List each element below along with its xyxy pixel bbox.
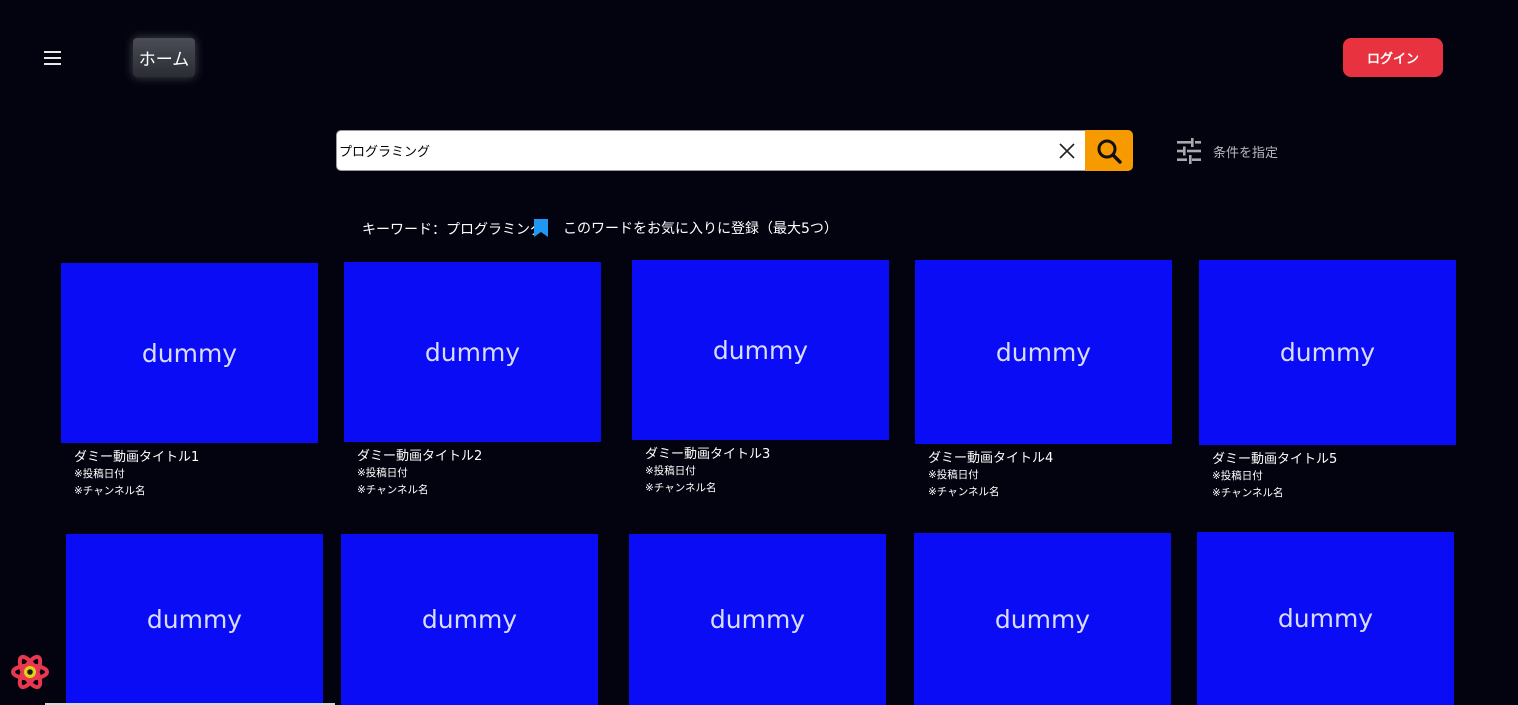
video-title[interactable]: ダミー動画タイトル3 bbox=[645, 447, 889, 463]
video-thumbnail[interactable]: dummy bbox=[632, 260, 889, 440]
video-thumbnail[interactable]: dummy bbox=[1199, 260, 1456, 445]
video-card[interactable]: dummy ダミー動画タイトル3 ※投稿日付 ※チャンネル名 bbox=[632, 260, 889, 497]
video-thumbnail[interactable]: dummy bbox=[344, 262, 601, 442]
video-card[interactable]: dummy ダミー動画タイトル4 ※投稿日付 ※チャンネル名 bbox=[915, 260, 1172, 501]
video-card[interactable]: dummy bbox=[914, 533, 1171, 705]
home-button[interactable]: ホーム bbox=[133, 38, 195, 77]
react-devtools-icon[interactable] bbox=[10, 652, 50, 692]
video-card[interactable]: dummy ダミー動画タイトル2 ※投稿日付 ※チャンネル名 bbox=[344, 262, 601, 499]
video-channel: ※チャンネル名 bbox=[74, 485, 146, 497]
video-info: ダミー動画タイトル3 ※投稿日付 ※チャンネル名 bbox=[632, 447, 889, 497]
video-thumbnail[interactable]: dummy bbox=[66, 534, 323, 705]
video-card[interactable]: dummy ダミー動画タイトル5 ※投稿日付 ※チャンネル名 bbox=[1199, 260, 1456, 502]
video-info: ダミー動画タイトル2 ※投稿日付 ※チャンネル名 bbox=[344, 449, 601, 499]
video-card[interactable]: dummy bbox=[66, 534, 323, 705]
video-info: ダミー動画タイトル4 ※投稿日付 ※チャンネル名 bbox=[915, 451, 1172, 501]
video-title[interactable]: ダミー動画タイトル1 bbox=[74, 450, 318, 466]
tune-icon bbox=[1177, 138, 1201, 164]
video-thumbnail[interactable]: dummy bbox=[915, 260, 1172, 444]
bookmark-icon bbox=[534, 219, 548, 237]
video-channel: ※チャンネル名 bbox=[357, 484, 429, 496]
video-card[interactable]: dummy bbox=[629, 534, 886, 705]
search-icon bbox=[1097, 139, 1122, 164]
video-channel: ※チャンネル名 bbox=[928, 486, 1000, 498]
search-button[interactable] bbox=[1085, 130, 1133, 171]
video-date: ※投稿日付 bbox=[928, 469, 979, 481]
video-date: ※投稿日付 bbox=[1212, 470, 1263, 482]
filter-button[interactable]: 条件を指定 bbox=[1175, 137, 1278, 165]
search-box bbox=[336, 130, 1086, 171]
video-thumbnail[interactable]: dummy bbox=[629, 534, 886, 705]
video-info: ダミー動画タイトル5 ※投稿日付 ※チャンネル名 bbox=[1199, 452, 1456, 502]
video-info: ダミー動画タイトル1 ※投稿日付 ※チャンネル名 bbox=[61, 450, 318, 500]
video-title[interactable]: ダミー動画タイトル4 bbox=[928, 451, 1172, 467]
video-channel: ※チャンネル名 bbox=[645, 482, 717, 494]
video-date: ※投稿日付 bbox=[74, 468, 125, 480]
video-card[interactable]: dummy bbox=[1197, 532, 1454, 705]
login-button[interactable]: ログイン bbox=[1343, 38, 1443, 77]
add-favorite-button[interactable]: このワードをお気に入りに登録（最大5つ） bbox=[533, 218, 838, 238]
video-date: ※投稿日付 bbox=[357, 467, 408, 479]
filter-label: 条件を指定 bbox=[1213, 145, 1279, 161]
close-icon[interactable] bbox=[1057, 141, 1077, 161]
add-favorite-label: このワードをお気に入りに登録（最大5つ） bbox=[563, 221, 838, 237]
video-date: ※投稿日付 bbox=[645, 465, 696, 477]
video-channel: ※チャンネル名 bbox=[1212, 487, 1284, 499]
search-input[interactable] bbox=[339, 131, 1039, 170]
video-thumbnail[interactable]: dummy bbox=[61, 263, 318, 443]
video-card[interactable]: dummy ダミー動画タイトル1 ※投稿日付 ※チャンネル名 bbox=[61, 263, 318, 500]
video-thumbnail[interactable]: dummy bbox=[914, 533, 1171, 705]
video-title[interactable]: ダミー動画タイトル5 bbox=[1212, 452, 1456, 468]
video-thumbnail[interactable]: dummy bbox=[341, 534, 598, 705]
video-thumbnail[interactable]: dummy bbox=[1197, 532, 1454, 705]
video-card[interactable]: dummy bbox=[341, 534, 598, 705]
keyword-label: キーワード：プログラミング bbox=[362, 222, 544, 238]
hamburger-menu-icon[interactable] bbox=[44, 51, 62, 65]
video-title[interactable]: ダミー動画タイトル2 bbox=[357, 449, 601, 465]
